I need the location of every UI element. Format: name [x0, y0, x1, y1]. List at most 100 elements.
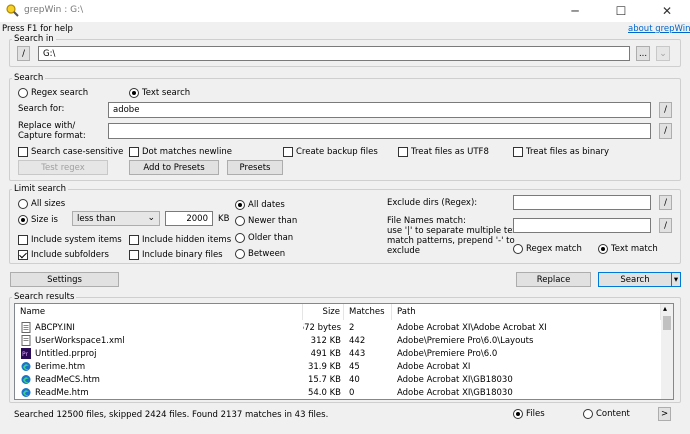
radio-on-icon [235, 200, 245, 210]
older-than-radio[interactable]: Older than [235, 233, 293, 243]
row-path: Adobe Acrobat XI\GB18030 [397, 387, 513, 398]
column-header-size[interactable]: Size [303, 304, 344, 320]
settings-button[interactable]: Settings [10, 272, 119, 287]
regex-match-label: Regex match [526, 244, 582, 254]
replace-button[interactable]: Replace [516, 272, 591, 287]
all-dates-radio[interactable]: All dates [235, 200, 285, 210]
radio-off-icon [513, 244, 523, 254]
path-history-dropdown[interactable]: ⌄ [656, 46, 670, 61]
checkbox-off-icon [513, 147, 523, 157]
text-match-label: Text match [611, 244, 658, 254]
file-names-regex-button[interactable]: / [659, 218, 672, 233]
subfolders-label: Include subfolders [31, 250, 109, 260]
files-view-radio[interactable]: Files [513, 409, 545, 419]
search-options-dropdown[interactable]: ▾ [671, 272, 681, 287]
table-row[interactable]: ReadMeCS.htm 15.7 KB 40 Adobe Acrobat XI\GB… [15, 373, 661, 386]
status-bar: Searched 12500 files, skipped 2424 files… [0, 404, 690, 434]
vertical-scrollbar[interactable]: ▴ [661, 304, 673, 399]
search-for-input[interactable]: adobe [108, 102, 651, 118]
column-header-path[interactable]: Path [392, 304, 661, 320]
binary-checkbox[interactable]: Treat files as binary [513, 147, 609, 157]
edge-file-icon [21, 387, 31, 398]
exclude-dirs-regex-button[interactable]: / [659, 195, 672, 210]
row-name-cell: UserWorkspace1.xml [21, 334, 303, 347]
search-button[interactable]: Search [598, 272, 671, 287]
checkbox-off-icon [129, 250, 139, 260]
text-search-radio[interactable]: Text search [129, 88, 190, 98]
next-button[interactable]: > [658, 407, 671, 421]
row-name: Untitled.prproj [35, 348, 97, 359]
exclude-dirs-input[interactable] [513, 195, 651, 210]
regex-match-radio[interactable]: Regex match [513, 244, 582, 254]
browse-button[interactable]: ... [636, 46, 650, 61]
xml-file-icon [21, 335, 31, 346]
table-row[interactable]: Pr Untitled.prproj 491 KB 443 Adobe\Premiere… [15, 347, 661, 360]
newer-than-radio[interactable]: Newer than [235, 216, 297, 226]
regex-search-label: Regex search [31, 88, 89, 98]
replace-label-line2: Capture format: [18, 131, 86, 141]
title-bar: grepWin : G:\ ─ ☐ ✕ [0, 0, 690, 22]
replace-regex-button[interactable]: / [659, 123, 672, 139]
size-operator-select[interactable]: less than ⌄ [72, 211, 160, 226]
maximize-button[interactable]: ☐ [598, 0, 644, 22]
file-names-hint-1: use '|' to separate multiple text [387, 226, 521, 236]
utf8-checkbox[interactable]: Treat files as UTF8 [398, 147, 489, 157]
binary-files-checkbox[interactable]: Include binary files [129, 250, 223, 260]
table-row[interactable]: ABCPY.INI 672 bytes 2 Adobe Acrobat XI\Adob… [15, 321, 661, 334]
search-for-regex-button[interactable]: / [659, 102, 672, 118]
file-names-hint-2: match patterns, prepend '-' to [387, 236, 515, 246]
between-radio[interactable]: Between [235, 249, 285, 259]
row-matches: 443 [349, 348, 366, 359]
all-sizes-radio[interactable]: All sizes [18, 199, 65, 209]
test-regex-button[interactable]: Test regex [18, 160, 108, 175]
text-match-radio[interactable]: Text match [598, 244, 658, 254]
close-button[interactable]: ✕ [644, 0, 690, 22]
search-path-input[interactable]: G:\ [38, 46, 630, 61]
table-row[interactable]: Berime.htm 31.9 KB 45 Adobe Acrobat XI [15, 360, 661, 373]
radio-on-icon [598, 244, 608, 254]
binary-files-label: Include binary files [142, 250, 223, 260]
checkbox-off-icon [129, 147, 139, 157]
dot-matches-label: Dot matches newline [142, 147, 232, 157]
all-dates-label: All dates [248, 200, 285, 210]
column-header-matches[interactable]: Matches [344, 304, 392, 320]
column-header-name[interactable]: Name [15, 304, 303, 320]
size-is-radio[interactable]: Size is [18, 215, 58, 225]
scrollbar-thumb[interactable] [663, 316, 671, 330]
window-title: grepWin : G:\ [24, 5, 84, 15]
file-names-input[interactable] [513, 218, 651, 233]
content-view-label: Content [596, 409, 630, 419]
svg-text:Pr: Pr [22, 351, 29, 358]
row-matches: 442 [349, 335, 366, 346]
dot-matches-checkbox[interactable]: Dot matches newline [129, 147, 232, 157]
results-list[interactable]: Name Size Matches Path ABCPY.INI 672 byte… [14, 303, 674, 400]
file-names-hint-3: exclude [387, 246, 421, 256]
row-name: Berime.htm [35, 361, 86, 372]
case-sensitive-checkbox[interactable]: Search case-sensitive [18, 147, 123, 157]
row-path: Adobe\Premiere Pro\6.0 [397, 348, 498, 359]
checkbox-on-icon [18, 250, 28, 260]
radio-off-icon [235, 233, 245, 243]
minimize-button[interactable]: ─ [552, 0, 598, 22]
radio-off-icon [235, 249, 245, 259]
table-row[interactable]: ReadMe.htm 54.0 KB 0 Adobe Acrobat XI\GB180… [15, 386, 661, 399]
row-size: 15.7 KB [307, 374, 341, 385]
regex-search-radio[interactable]: Regex search [18, 88, 88, 98]
system-items-checkbox[interactable]: Include system items [18, 235, 122, 245]
backup-files-checkbox[interactable]: Create backup files [283, 147, 378, 157]
checkbox-off-icon [283, 147, 293, 157]
content-view-radio[interactable]: Content [583, 409, 630, 419]
presets-button[interactable]: Presets [227, 160, 283, 175]
row-path: Adobe Acrobat XI [397, 361, 471, 372]
about-link[interactable]: about grepWin [628, 24, 690, 34]
subfolders-checkbox[interactable]: Include subfolders [18, 250, 109, 260]
replace-input[interactable] [108, 123, 651, 139]
add-to-presets-button[interactable]: Add to Presets [129, 160, 219, 175]
results-label: Search results [12, 292, 77, 302]
size-value-input[interactable]: 2000 [165, 211, 213, 226]
edge-file-icon [21, 374, 31, 385]
path-regex-button[interactable]: / [17, 46, 30, 61]
scroll-up-icon[interactable]: ▴ [663, 304, 667, 313]
table-row[interactable]: UserWorkspace1.xml 312 KB 442 Adobe\Premier… [15, 334, 661, 347]
hidden-items-checkbox[interactable]: Include hidden items [129, 235, 231, 245]
